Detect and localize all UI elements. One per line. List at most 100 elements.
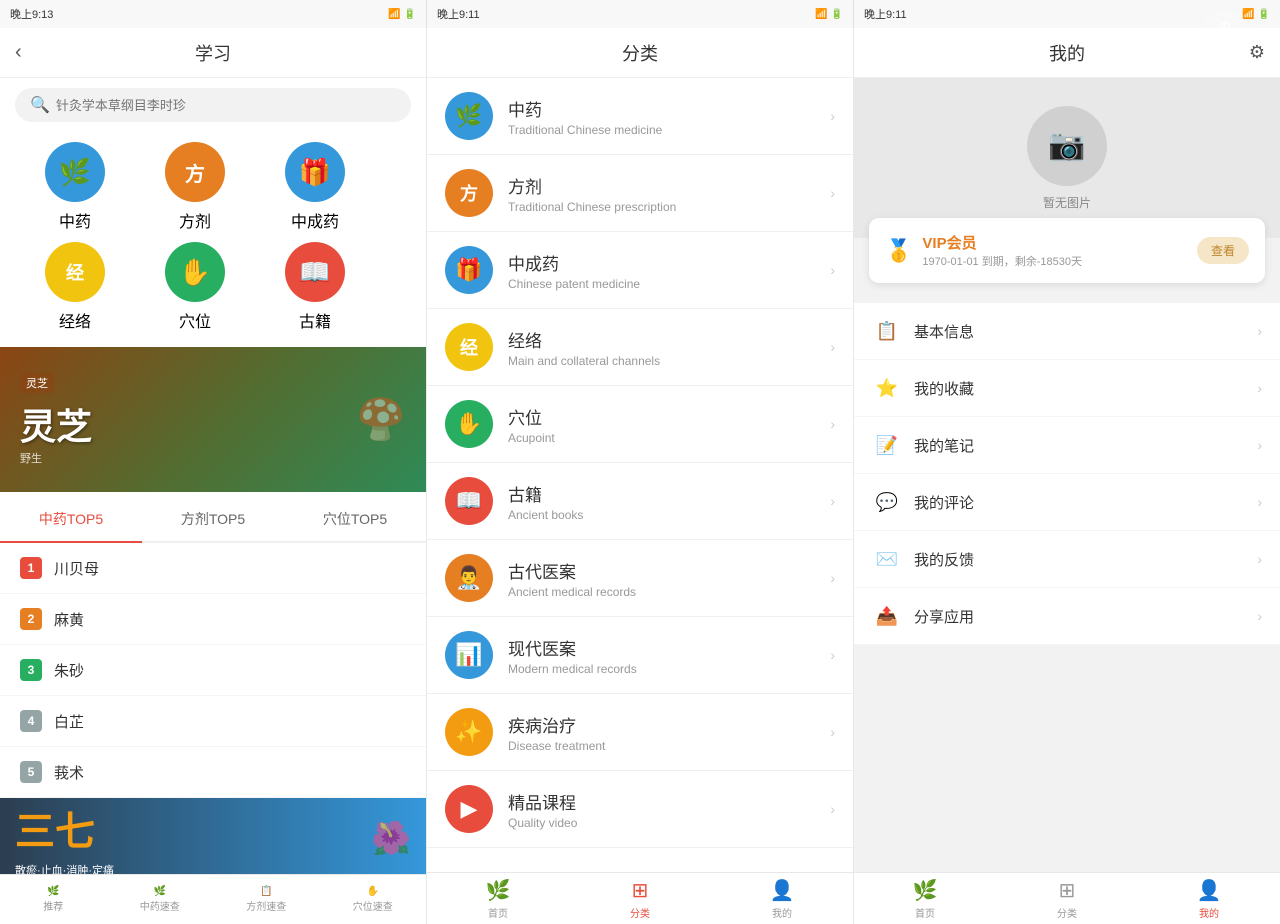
list-item[interactable]: 4 白芷: [0, 696, 426, 747]
share-label: 分享应用: [914, 606, 1257, 627]
search-input[interactable]: [56, 98, 396, 113]
cat-nav-category[interactable]: ⊞ 分类: [569, 873, 711, 924]
cat-guji-icon: 📖: [445, 477, 493, 525]
cat-zhongchengyao-text: 中成药 Chinese patent medicine: [508, 250, 830, 291]
study-nav-fangji[interactable]: 📋 方剂速查: [213, 875, 320, 924]
search-bar[interactable]: 🔍: [15, 88, 411, 122]
cat-nav-mine[interactable]: 👤 我的: [711, 873, 853, 924]
icon-jingluo[interactable]: 经 经络: [20, 242, 130, 332]
cat-jibing-title: 疾病治疗: [508, 712, 830, 737]
cat-xuewei[interactable]: ✋ 穴位 Acupoint ›: [427, 386, 853, 463]
cat-gudaiyian[interactable]: 👨‍⚕️ 古代医案 Ancient medical records ›: [427, 540, 853, 617]
list-item[interactable]: 5 莪术: [0, 747, 426, 798]
cat-xiandaiyian-arrow: ›: [830, 647, 835, 663]
cat-jingpin-title: 精品课程: [508, 789, 830, 814]
study-header: ‹ 学习: [0, 28, 426, 78]
gear-icon[interactable]: ⚙: [1249, 42, 1265, 63]
icon-guji[interactable]: 📖 古籍: [260, 242, 370, 332]
mine-category-label: 分类: [1057, 905, 1077, 920]
favorites-label: 我的收藏: [914, 378, 1257, 399]
banner2-tags: 散瘀·止血·消肿·定痛: [15, 862, 361, 875]
vip-view-button[interactable]: 查看: [1197, 237, 1249, 264]
panel-study: ‹ 学习 🔍 🌿 中药 方 方剂 🎁 中成药 经 经络: [0, 28, 427, 924]
list-item[interactable]: 2 麻黄: [0, 594, 426, 645]
banner-tag: 灵芝: [20, 373, 54, 393]
cat-guji-arrow: ›: [830, 493, 835, 509]
comments-arrow: ›: [1257, 494, 1262, 510]
cat-jingpin[interactable]: ▶ 精品课程 Quality video ›: [427, 771, 853, 848]
cat-nav-home[interactable]: 🌿 首页: [427, 873, 569, 924]
study-banner2: 三七 散瘀·止血·消肿·定痛 🌺 中药: [0, 798, 426, 874]
tab-xuewei-top5[interactable]: 穴位TOP5: [284, 497, 426, 541]
search-icon: 🔍: [30, 95, 50, 115]
cat-jingluo-subtitle: Main and collateral channels: [508, 354, 830, 368]
cat-jingpin-text: 精品课程 Quality video: [508, 789, 830, 830]
icon-xuewei[interactable]: ✋ 穴位: [140, 242, 250, 332]
fangji-label: 方剂: [179, 208, 211, 232]
cat-zhongyao[interactable]: 🌿 中药 Traditional Chinese medicine ›: [427, 78, 853, 155]
mine-menu-basic-info[interactable]: 📋 基本信息 ›: [854, 303, 1280, 360]
banner2-title: 三七: [15, 799, 361, 857]
rank-badge-3: 3: [20, 659, 42, 681]
study-nav-zhongyao[interactable]: 🌿 中药速查: [107, 875, 214, 924]
rank-badge-5: 5: [20, 761, 42, 783]
mine-menu-notes[interactable]: 📝 我的笔记 ›: [854, 417, 1280, 474]
back-button[interactable]: ‹: [15, 41, 22, 64]
vip-expire: 1970-01-01 到期，剩余-18530天: [922, 253, 1197, 269]
cat-gudaiyian-icon: 👨‍⚕️: [445, 554, 493, 602]
jingluo-icon: 经: [45, 242, 105, 302]
mine-menu-feedback[interactable]: ✉️ 我的反馈 ›: [854, 531, 1280, 588]
cat-jingluo-title: 经络: [508, 327, 830, 352]
tab-fangji-top5[interactable]: 方剂TOP5: [142, 497, 284, 541]
icon-zhongchengyao[interactable]: 🎁 中成药: [260, 142, 370, 232]
study-bottom-nav: 🌿 推荐 🌿 中药速查 📋 方剂速查 ✋ 穴位速查: [0, 874, 426, 924]
cat-jingluo[interactable]: 经 经络 Main and collateral channels ›: [427, 309, 853, 386]
icon-fangji[interactable]: 方 方剂: [140, 142, 250, 232]
tuijian-icon: 🌿: [47, 886, 59, 897]
mine-title: 我的: [1049, 40, 1085, 66]
time-2: 晚上9:11: [437, 6, 480, 22]
study-nav-xuewei[interactable]: ✋ 穴位速查: [320, 875, 427, 924]
cat-xiandaiyian[interactable]: 📊 现代医案 Modern medical records ›: [427, 617, 853, 694]
mine-menu-comments[interactable]: 💬 我的评论 ›: [854, 474, 1280, 531]
notes-icon: 📝: [872, 433, 902, 457]
comments-icon: 💬: [872, 490, 902, 514]
cat-xiandaiyian-icon: 📊: [445, 631, 493, 679]
cat-fangji-title: 方剂: [508, 173, 830, 198]
mine-menu-favorites[interactable]: ⭐ 我的收藏 ›: [854, 360, 1280, 417]
mine-nav-home[interactable]: 🌿 首页: [854, 873, 996, 924]
list-item[interactable]: 3 朱砂: [0, 645, 426, 696]
vip-card: 🥇 VIP会员 1970-01-01 到期，剩余-18530天 查看: [869, 218, 1265, 283]
cat-jibing-subtitle: Disease treatment: [508, 739, 830, 753]
cat-xuewei-subtitle: Acupoint: [508, 431, 830, 445]
tab-zhongyao-top5[interactable]: 中药TOP5: [0, 497, 142, 543]
cat-jibing[interactable]: ✨ 疾病治疗 Disease treatment ›: [427, 694, 853, 771]
mine-nav-category[interactable]: ⊞ 分类: [996, 873, 1138, 924]
mine-menu-share[interactable]: 📤 分享应用 ›: [854, 588, 1280, 645]
cat-guji[interactable]: 📖 古籍 Ancient books ›: [427, 463, 853, 540]
fangji-query-icon: 📋: [260, 886, 272, 897]
tuijian-label: 推荐: [43, 898, 63, 913]
fangji-icon: 方: [165, 142, 225, 202]
category-title: 分类: [622, 40, 658, 66]
cat-fangji-text: 方剂 Traditional Chinese prescription: [508, 173, 830, 214]
cat-fangji-icon: 方: [445, 169, 493, 217]
status-panel-2: 晚上9:11 📶 🔋: [427, 0, 854, 28]
mine-nav-mine[interactable]: 👤 我的: [1138, 873, 1280, 924]
banner-title: 灵芝: [20, 398, 92, 450]
cat-guji-title: 古籍: [508, 481, 830, 506]
cat-zhongchengyao[interactable]: 🎁 中成药 Chinese patent medicine ›: [427, 232, 853, 309]
cat-xiandaiyian-subtitle: Modern medical records: [508, 662, 830, 676]
icon-zhongyao[interactable]: 🌿 中药: [20, 142, 130, 232]
study-nav-tuijian[interactable]: 🌿 推荐: [0, 875, 107, 924]
cat-zhongyao-arrow: ›: [830, 108, 835, 124]
cat-fangji-subtitle: Traditional Chinese prescription: [508, 200, 830, 214]
cat-gudaiyian-arrow: ›: [830, 570, 835, 586]
mine-bottom-nav: 🌿 首页 ⊞ 分类 👤 我的: [854, 872, 1280, 924]
share-icon: 📤: [872, 604, 902, 628]
cat-zhongchengyao-title: 中成药: [508, 250, 830, 275]
zhongyao-label: 中药: [59, 208, 91, 232]
list-item[interactable]: 1 川贝母: [0, 543, 426, 594]
icon-grid: 🌿 中药 方 方剂 🎁 中成药 经 经络 ✋ 穴位 📖 古籍: [0, 132, 426, 342]
cat-fangji[interactable]: 方 方剂 Traditional Chinese prescription ›: [427, 155, 853, 232]
